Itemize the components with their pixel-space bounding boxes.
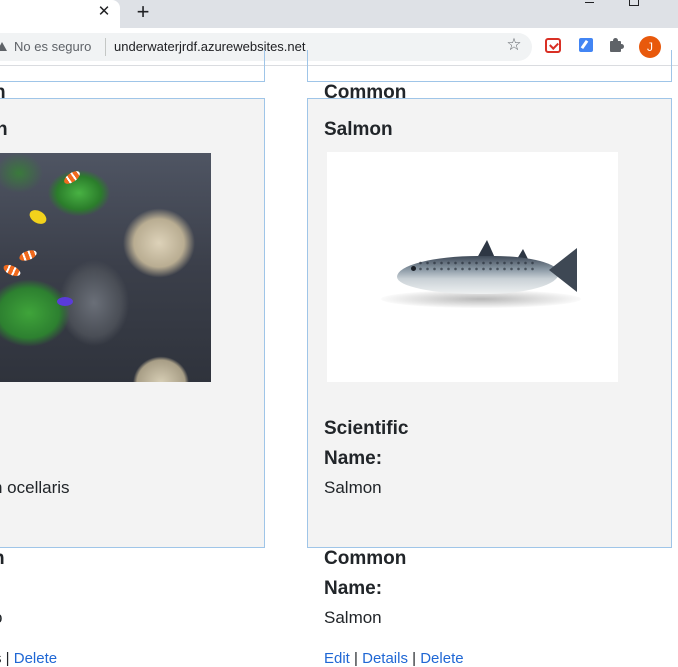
common-value-left: o: [0, 608, 2, 628]
tab-strip: ✕ +: [0, 0, 678, 28]
link-separator: |: [412, 650, 416, 667]
previous-card-right: [307, 50, 672, 82]
scientific-label-line2: Name:: [324, 448, 382, 470]
card-actions-salmon: Edit | Details | Delete: [324, 650, 464, 667]
browser-tab[interactable]: ✕: [0, 0, 120, 28]
scientific-value-salmon: Salmon: [324, 478, 382, 498]
common-label-left: n: [0, 548, 5, 570]
common-value-salmon: Salmon: [324, 608, 382, 628]
delete-link-left[interactable]: Delete: [14, 650, 57, 667]
salmon-image: [327, 152, 618, 382]
card-title-salmon: Salmon: [324, 119, 393, 141]
new-tab-button[interactable]: +: [133, 2, 153, 22]
scientific-label-line1: Scientific: [324, 418, 408, 440]
previous-common-label-left: n: [0, 82, 6, 98]
edit-link[interactable]: Edit: [324, 650, 350, 667]
delete-link[interactable]: Delete: [420, 650, 463, 667]
previous-card-left: [0, 50, 265, 82]
details-link-partial[interactable]: s |: [0, 650, 10, 667]
clownfish-reef-image: [0, 153, 211, 382]
common-label-line2: Name:: [324, 578, 382, 600]
previous-common-label-right: Common: [324, 82, 406, 98]
minimize-window-icon[interactable]: [583, 0, 597, 6]
link-separator: |: [354, 650, 358, 667]
maximize-window-icon[interactable]: [629, 0, 639, 6]
card-actions-left: s | Delete: [0, 650, 57, 667]
details-link[interactable]: Details: [362, 650, 408, 667]
close-tab-icon[interactable]: ✕: [96, 4, 112, 20]
common-label-line1: Common: [324, 548, 406, 570]
scientific-value-left: n ocellaris: [0, 478, 70, 498]
card-title-left: h: [0, 119, 8, 141]
